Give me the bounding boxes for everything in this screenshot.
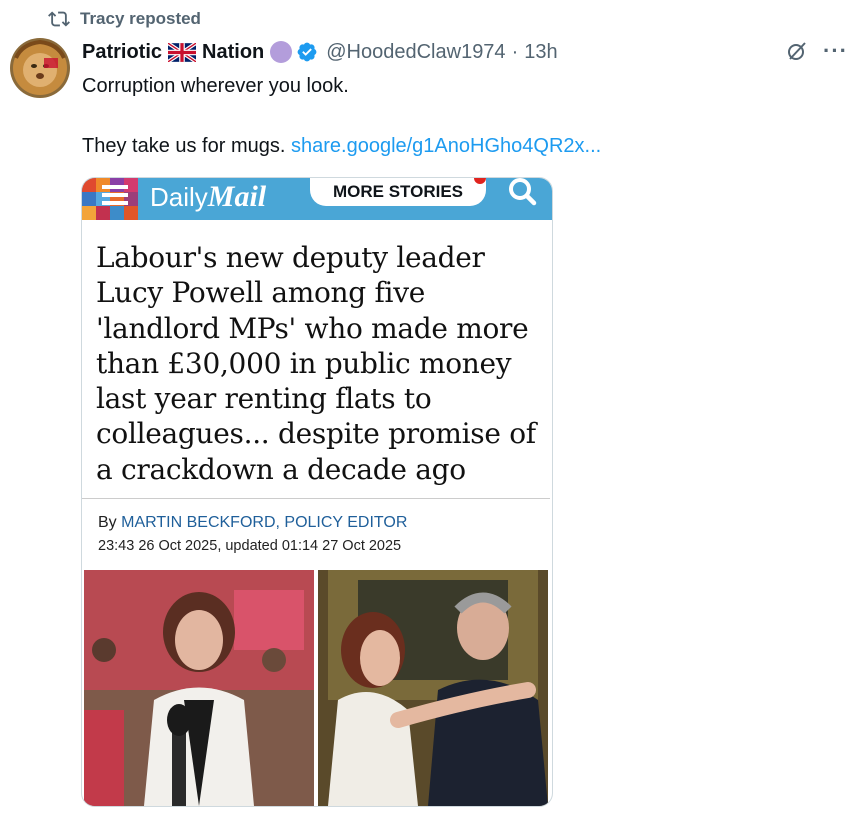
dailymail-menu-icon: [82, 178, 138, 220]
tweet-text-line1: Corruption wherever you look.: [82, 75, 349, 97]
byline-author: MARTIN BECKFORD, POLICY EDITOR: [121, 514, 408, 531]
dailymail-logo: DailyMail: [150, 180, 266, 214]
search-icon: [509, 178, 537, 206]
affiliate-badge-icon: [270, 41, 293, 63]
tweet-text-sentence: They take us for mugs.: [82, 135, 286, 157]
tweet-header: Patriotic Nation @HoodedClaw1974 · 13h ·…: [82, 38, 848, 66]
article-dateline: 23:43 26 Oct 2025, updated 01:14 27 Oct …: [98, 538, 402, 554]
author-display-name[interactable]: Patriotic Nation: [82, 41, 264, 64]
article-divider: [82, 498, 550, 499]
photo-lucy-powell-speaking: [84, 570, 314, 806]
author-name-part1: Patriotic: [82, 40, 163, 63]
media-image[interactable]: DailyMail MORE STORIES Labour's new depu…: [81, 177, 553, 807]
more-stories-button: MORE STORIES: [310, 178, 486, 206]
photo-embrace: [318, 570, 548, 806]
article-byline: By MARTIN BECKFORD, POLICY EDITOR: [98, 514, 407, 532]
post-timestamp[interactable]: 13h: [524, 41, 557, 64]
repost-indicator[interactable]: Tracy reposted: [48, 8, 201, 30]
separator-dot: ·: [511, 40, 519, 63]
article-headline: Labour's new deputy leader Lucy Powell a…: [96, 241, 536, 486]
tweet-link[interactable]: share.google/g1AnoHGho4QR2x...: [291, 135, 601, 157]
tweet-text-line2: They take us for mugs. share.google/g1An…: [82, 132, 601, 160]
union-jack-flag-icon: [168, 42, 197, 62]
byline-prefix: By: [98, 514, 117, 531]
repost-label: Tracy reposted: [80, 9, 201, 28]
header-actions: ···: [785, 38, 848, 64]
article-photos: [84, 570, 548, 806]
dailymail-logo-mail: Mail: [207, 180, 267, 213]
grok-icon[interactable]: [785, 39, 809, 63]
author-name-part2: Nation: [202, 40, 265, 63]
dailymail-header-bar: DailyMail MORE STORIES: [82, 178, 552, 220]
dailymail-logo-daily: Daily: [150, 182, 208, 212]
verified-badge-icon: [297, 42, 317, 62]
repost-icon: [48, 11, 70, 27]
more-options-icon[interactable]: ···: [823, 38, 848, 64]
author-avatar[interactable]: [10, 38, 70, 98]
author-handle[interactable]: @HoodedClaw1974: [326, 41, 505, 64]
lion-avatar-image: [10, 38, 70, 98]
